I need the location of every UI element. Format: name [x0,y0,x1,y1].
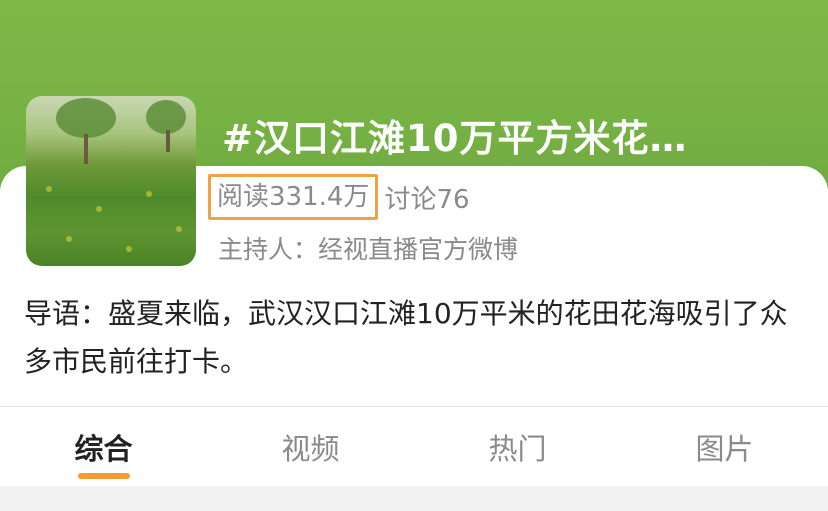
tree-shape [146,100,186,134]
tab-video[interactable]: 视频 [207,407,414,487]
active-tab-indicator [77,473,130,479]
discussion-count[interactable]: 讨论76 [384,179,469,216]
topic-intro: 导语：盛夏来临，武汉汉口江滩10万平米的花田花海吸引了众多市民前往打卡。 [24,297,788,378]
tab-label: 热门 [488,432,547,466]
topic-title: #汉口江滩10万平方米花… [222,117,688,160]
tab-label: 图片 [695,432,754,466]
tab-hot[interactable]: 热门 [414,407,621,487]
flower-dot [46,186,52,192]
content-divider [0,486,828,511]
tab-comprehensive[interactable]: 综合 [0,407,207,487]
flower-dot [146,191,152,197]
flower-dot [96,206,102,212]
tab-label: 综合 [74,432,133,466]
tree-trunk [84,134,88,164]
flower-dot [66,236,72,242]
topic-thumbnail[interactable] [26,96,196,266]
read-count: 阅读331.4万 [208,174,379,220]
topic-stats: 阅读331.4万 讨论76 [208,174,470,220]
tree-shape [56,98,116,138]
flower-dot [126,246,132,252]
tab-images[interactable]: 图片 [621,407,828,487]
tab-label: 视频 [281,432,340,466]
flower-dot [176,226,182,232]
topic-tab-bar: 综合 视频 热门 图片 [0,406,828,486]
tree-trunk [166,130,170,152]
topic-host[interactable]: 主持人：经视直播官方微博 [218,230,518,266]
